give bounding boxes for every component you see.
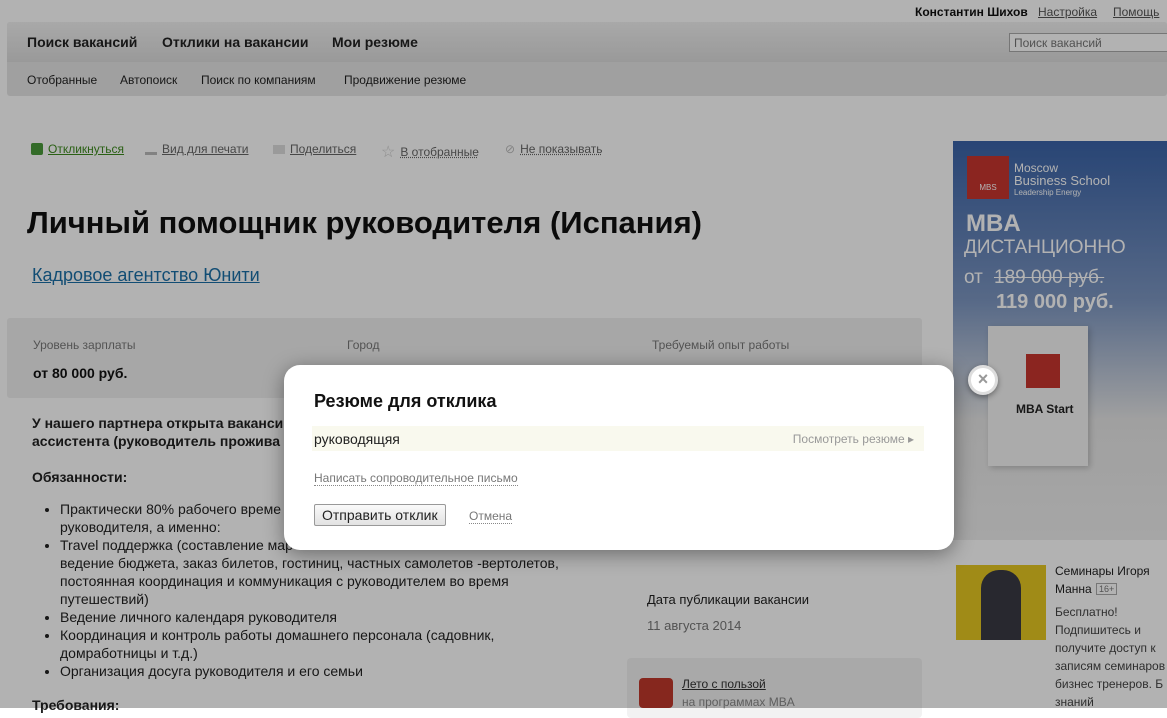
close-icon[interactable]: × — [968, 365, 998, 395]
resume-option[interactable]: руководящяя Посмотреть резюме ▸ — [312, 426, 924, 451]
cancel-link[interactable]: Отмена — [469, 509, 513, 524]
cover-letter-link[interactable]: Написать сопроводительное письмо — [314, 471, 518, 486]
modal-title: Резюме для отклика — [314, 391, 497, 411]
response-modal: Резюме для отклика руководящяя Посмотрет… — [284, 365, 954, 550]
modal-overlay[interactable] — [0, 0, 1167, 708]
view-resume-link[interactable]: Посмотреть резюме ▸ — [793, 432, 914, 446]
resume-name: руководящяя — [314, 431, 400, 447]
submit-response-button[interactable]: Отправить отклик — [314, 504, 446, 526]
